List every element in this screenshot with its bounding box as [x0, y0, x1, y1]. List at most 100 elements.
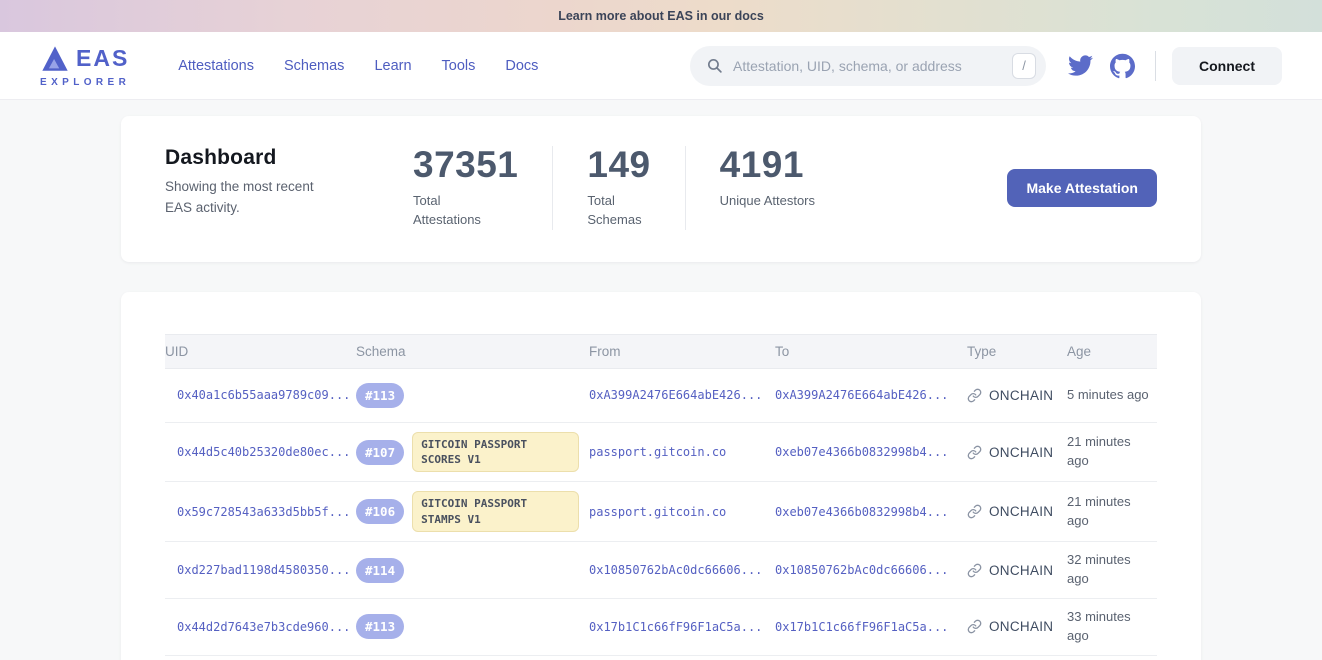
main-content: Dashboard Showing the most recent EAS ac…	[0, 100, 1322, 660]
type-label: ONCHAIN	[989, 445, 1053, 460]
type-cell: ONCHAIN	[967, 563, 1067, 578]
chain-link-icon	[967, 445, 982, 460]
search-input[interactable]	[733, 58, 1012, 74]
age-cell: 21 minutes ago	[1067, 433, 1159, 471]
schema-id-pill[interactable]: #106	[356, 499, 404, 524]
promo-banner-link[interactable]: Learn more about EAS in our docs	[558, 9, 764, 23]
attestations-table-card: UID Schema From To Type Age 0x40a1c6b55a…	[121, 292, 1201, 660]
search-icon	[706, 57, 723, 74]
stat-label: Total Attestations	[413, 192, 518, 230]
header: EAS EXPLORER Attestations Schemas Learn …	[0, 32, 1322, 100]
nav-link[interactable]: Docs	[505, 58, 538, 74]
stat-block: 149 Total Schemas	[553, 146, 685, 230]
search-bar[interactable]: /	[690, 46, 1046, 86]
type-label: ONCHAIN	[989, 619, 1053, 634]
schema-cell: #113	[356, 614, 589, 639]
type-cell: ONCHAIN	[967, 504, 1067, 519]
page-title: Dashboard	[165, 146, 357, 170]
table-row[interactable]: 0x59c728543a633d5bb5f... #106 GITCOIN PA…	[165, 482, 1157, 542]
from-cell[interactable]: 0xA399A2476E664abE426...	[589, 388, 775, 402]
uid-cell[interactable]: 0xd227bad1198d4580350...	[165, 563, 356, 577]
logo-subtitle: EXPLORER	[40, 77, 130, 88]
to-cell[interactable]: 0xA399A2476E664abE426...	[775, 388, 967, 402]
uid-cell[interactable]: 0x40a1c6b55aaa9789c09...	[165, 388, 356, 402]
uid-cell[interactable]: 0x59c728543a633d5bb5f...	[165, 505, 356, 519]
attestations-table: UID Schema From To Type Age 0x40a1c6b55a…	[165, 334, 1157, 660]
schema-cell: #113	[356, 383, 589, 408]
nav-link[interactable]: Learn	[374, 58, 411, 74]
uid-cell[interactable]: 0x44d5c40b25320de80ec...	[165, 445, 356, 459]
schema-id-pill[interactable]: #113	[356, 383, 404, 408]
from-cell[interactable]: passport.gitcoin.co	[589, 445, 775, 459]
to-cell[interactable]: 0x10850762bAc0dc66606...	[775, 563, 967, 577]
nav-link[interactable]: Tools	[442, 58, 476, 74]
table-column-header: Age	[1067, 344, 1157, 359]
stat-value: 37351	[413, 146, 518, 183]
chain-link-icon	[967, 619, 982, 634]
header-divider	[1155, 51, 1156, 81]
from-cell[interactable]: 0x10850762bAc0dc66606...	[589, 563, 775, 577]
dashboard-card: Dashboard Showing the most recent EAS ac…	[121, 116, 1201, 262]
table-row[interactable]: 0xcfc68a268e8ec9260a8... #107 GITCOIN PA…	[165, 656, 1157, 660]
table-row[interactable]: 0x40a1c6b55aaa9789c09... #113 0xA399A247…	[165, 369, 1157, 423]
schema-name-badge[interactable]: GITCOIN PASSPORT STAMPS V1	[412, 491, 579, 532]
schema-name-badge[interactable]: GITCOIN PASSPORT SCORES V1	[412, 432, 579, 473]
age-cell: 32 minutes ago	[1067, 551, 1159, 589]
page-subtitle: Showing the most recent EAS activity.	[165, 177, 343, 219]
chain-link-icon	[967, 563, 982, 578]
make-attestation-button[interactable]: Make Attestation	[1007, 169, 1157, 207]
promo-banner: Learn more about EAS in our docs	[0, 0, 1322, 32]
schema-id-pill[interactable]: #107	[356, 440, 404, 465]
table-body: 0x40a1c6b55aaa9789c09... #113 0xA399A247…	[165, 369, 1157, 660]
nav-link[interactable]: Schemas	[284, 58, 344, 74]
schema-cell: #106 GITCOIN PASSPORT STAMPS V1	[356, 491, 589, 532]
age-cell: 5 minutes ago	[1067, 386, 1159, 405]
stats-row: 37351 Total Attestations 149 Total Schem…	[379, 146, 849, 230]
table-row[interactable]: 0x44d2d7643e7b3cde960... #113 0x17b1C1c6…	[165, 599, 1157, 656]
table-column-header: Type	[967, 344, 1067, 359]
logo-row: EAS	[40, 44, 130, 74]
type-cell: ONCHAIN	[967, 445, 1067, 460]
chain-link-icon	[967, 388, 982, 403]
chain-link-icon	[967, 504, 982, 519]
stat-value: 149	[587, 146, 650, 183]
stat-block: 37351 Total Attestations	[379, 146, 553, 230]
to-cell[interactable]: 0xeb07e4366b0832998b4...	[775, 445, 967, 459]
from-cell[interactable]: 0x17b1C1c66fF96F1aC5a...	[589, 620, 775, 634]
to-cell[interactable]: 0xeb07e4366b0832998b4...	[775, 505, 967, 519]
table-header-row: UID Schema From To Type Age	[165, 334, 1157, 369]
github-icon[interactable]	[1110, 53, 1135, 78]
table-row[interactable]: 0x44d5c40b25320de80ec... #107 GITCOIN PA…	[165, 423, 1157, 483]
main-nav: Attestations Schemas Learn Tools Docs	[178, 58, 538, 74]
stat-value: 4191	[720, 146, 815, 183]
stat-label: Unique Attestors	[720, 192, 815, 211]
stat-label: Total Schemas	[587, 192, 650, 230]
social-links	[1068, 53, 1135, 78]
to-cell[interactable]: 0x17b1C1c66fF96F1aC5a...	[775, 620, 967, 634]
slash-shortcut-badge: /	[1012, 53, 1036, 79]
table-row[interactable]: 0xd227bad1198d4580350... #114 0x10850762…	[165, 542, 1157, 599]
age-cell: 33 minutes ago	[1067, 608, 1159, 646]
schema-id-pill[interactable]: #113	[356, 614, 404, 639]
dashboard-heading-block: Dashboard Showing the most recent EAS ac…	[165, 146, 357, 219]
table-column-header: From	[589, 344, 775, 359]
uid-cell[interactable]: 0x44d2d7643e7b3cde960...	[165, 620, 356, 634]
type-cell: ONCHAIN	[967, 388, 1067, 403]
table-column-header: UID	[165, 344, 356, 359]
eas-logo[interactable]: EAS EXPLORER	[40, 44, 130, 88]
stat-block: 4191 Unique Attestors	[686, 146, 849, 216]
table-column-header: Schema	[356, 344, 589, 359]
type-cell: ONCHAIN	[967, 619, 1067, 634]
eas-triangle-icon	[40, 44, 70, 74]
from-cell[interactable]: passport.gitcoin.co	[589, 505, 775, 519]
schema-cell: #114	[356, 558, 589, 583]
twitter-icon[interactable]	[1068, 53, 1093, 78]
table-column-header: To	[775, 344, 967, 359]
schema-id-pill[interactable]: #114	[356, 558, 404, 583]
nav-link[interactable]: Attestations	[178, 58, 254, 74]
connect-button[interactable]: Connect	[1172, 47, 1282, 85]
age-cell: 21 minutes ago	[1067, 493, 1159, 531]
logo-title: EAS	[76, 47, 129, 70]
schema-cell: #107 GITCOIN PASSPORT SCORES V1	[356, 432, 589, 473]
type-label: ONCHAIN	[989, 563, 1053, 578]
